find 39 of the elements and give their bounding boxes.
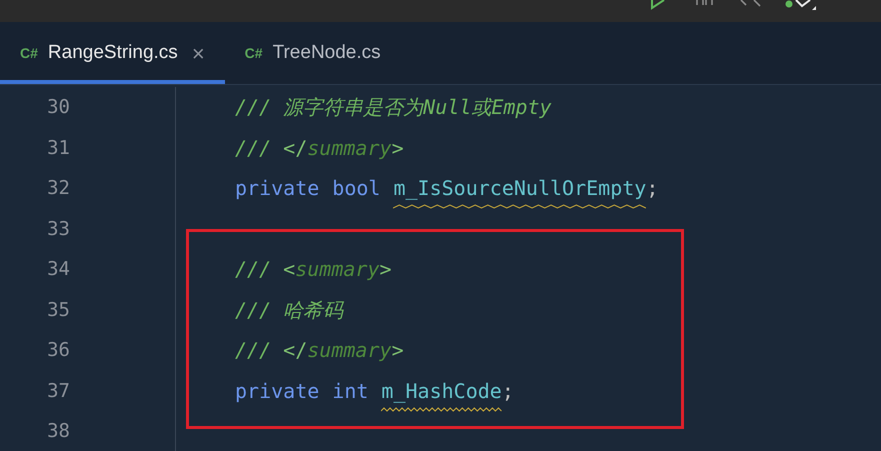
xml-tag-name: summary — [307, 136, 392, 160]
xml-tag-bracket: < — [283, 257, 296, 282]
semicolon: ; — [646, 176, 658, 200]
line-number: 31 — [46, 136, 70, 160]
line-number: 34 — [46, 257, 70, 282]
doc-comment: /// — [235, 257, 272, 282]
keyword: private — [235, 378, 320, 403]
tab-label: TreeNode.cs — [272, 40, 381, 65]
field-name: m_HashCode — [381, 378, 502, 403]
line-number: 37 — [46, 378, 70, 404]
xml-tag-name: summary — [307, 338, 392, 362]
doc-comment: /// 哈希码 — [235, 298, 344, 322]
editor-tab[interactable]: C# TreeNode.cs — [224, 22, 401, 84]
doc-comment: /// 源字符串是否为Null或Empty — [235, 95, 552, 120]
line-number: 30 — [46, 95, 70, 120]
language-label: C# — [244, 44, 263, 62]
language-label: C# — [20, 44, 38, 62]
xml-tag-bracket: > — [380, 257, 392, 282]
keyword: private — [235, 176, 320, 200]
editor-tab[interactable]: C# RangeString.cs × — [0, 22, 225, 84]
close-icon[interactable]: × — [192, 36, 205, 70]
doc-comment: /// — [235, 136, 272, 160]
line-number: 32 — [46, 176, 70, 201]
doc-comment: /// — [235, 338, 272, 362]
status-icon[interactable] — [784, 0, 818, 10]
line-number: 33 — [46, 216, 70, 242]
xml-tag-bracket: </ — [283, 136, 308, 160]
keyword: int — [332, 378, 368, 403]
semicolon: ; — [502, 378, 514, 403]
xml-tag-name: summary — [295, 257, 380, 282]
line-number: 35 — [46, 298, 70, 322]
line-number: 38 — [46, 419, 70, 444]
xml-tag-bracket: > — [392, 136, 404, 160]
xml-tag-bracket: </ — [283, 338, 308, 362]
field-name: m_IsSourceNullOrEmpty — [393, 176, 646, 200]
tab-label: RangeString.cs — [48, 40, 178, 65]
line-number: 36 — [46, 338, 70, 363]
xml-tag-bracket: > — [392, 338, 404, 362]
keyword: bool — [332, 176, 380, 200]
